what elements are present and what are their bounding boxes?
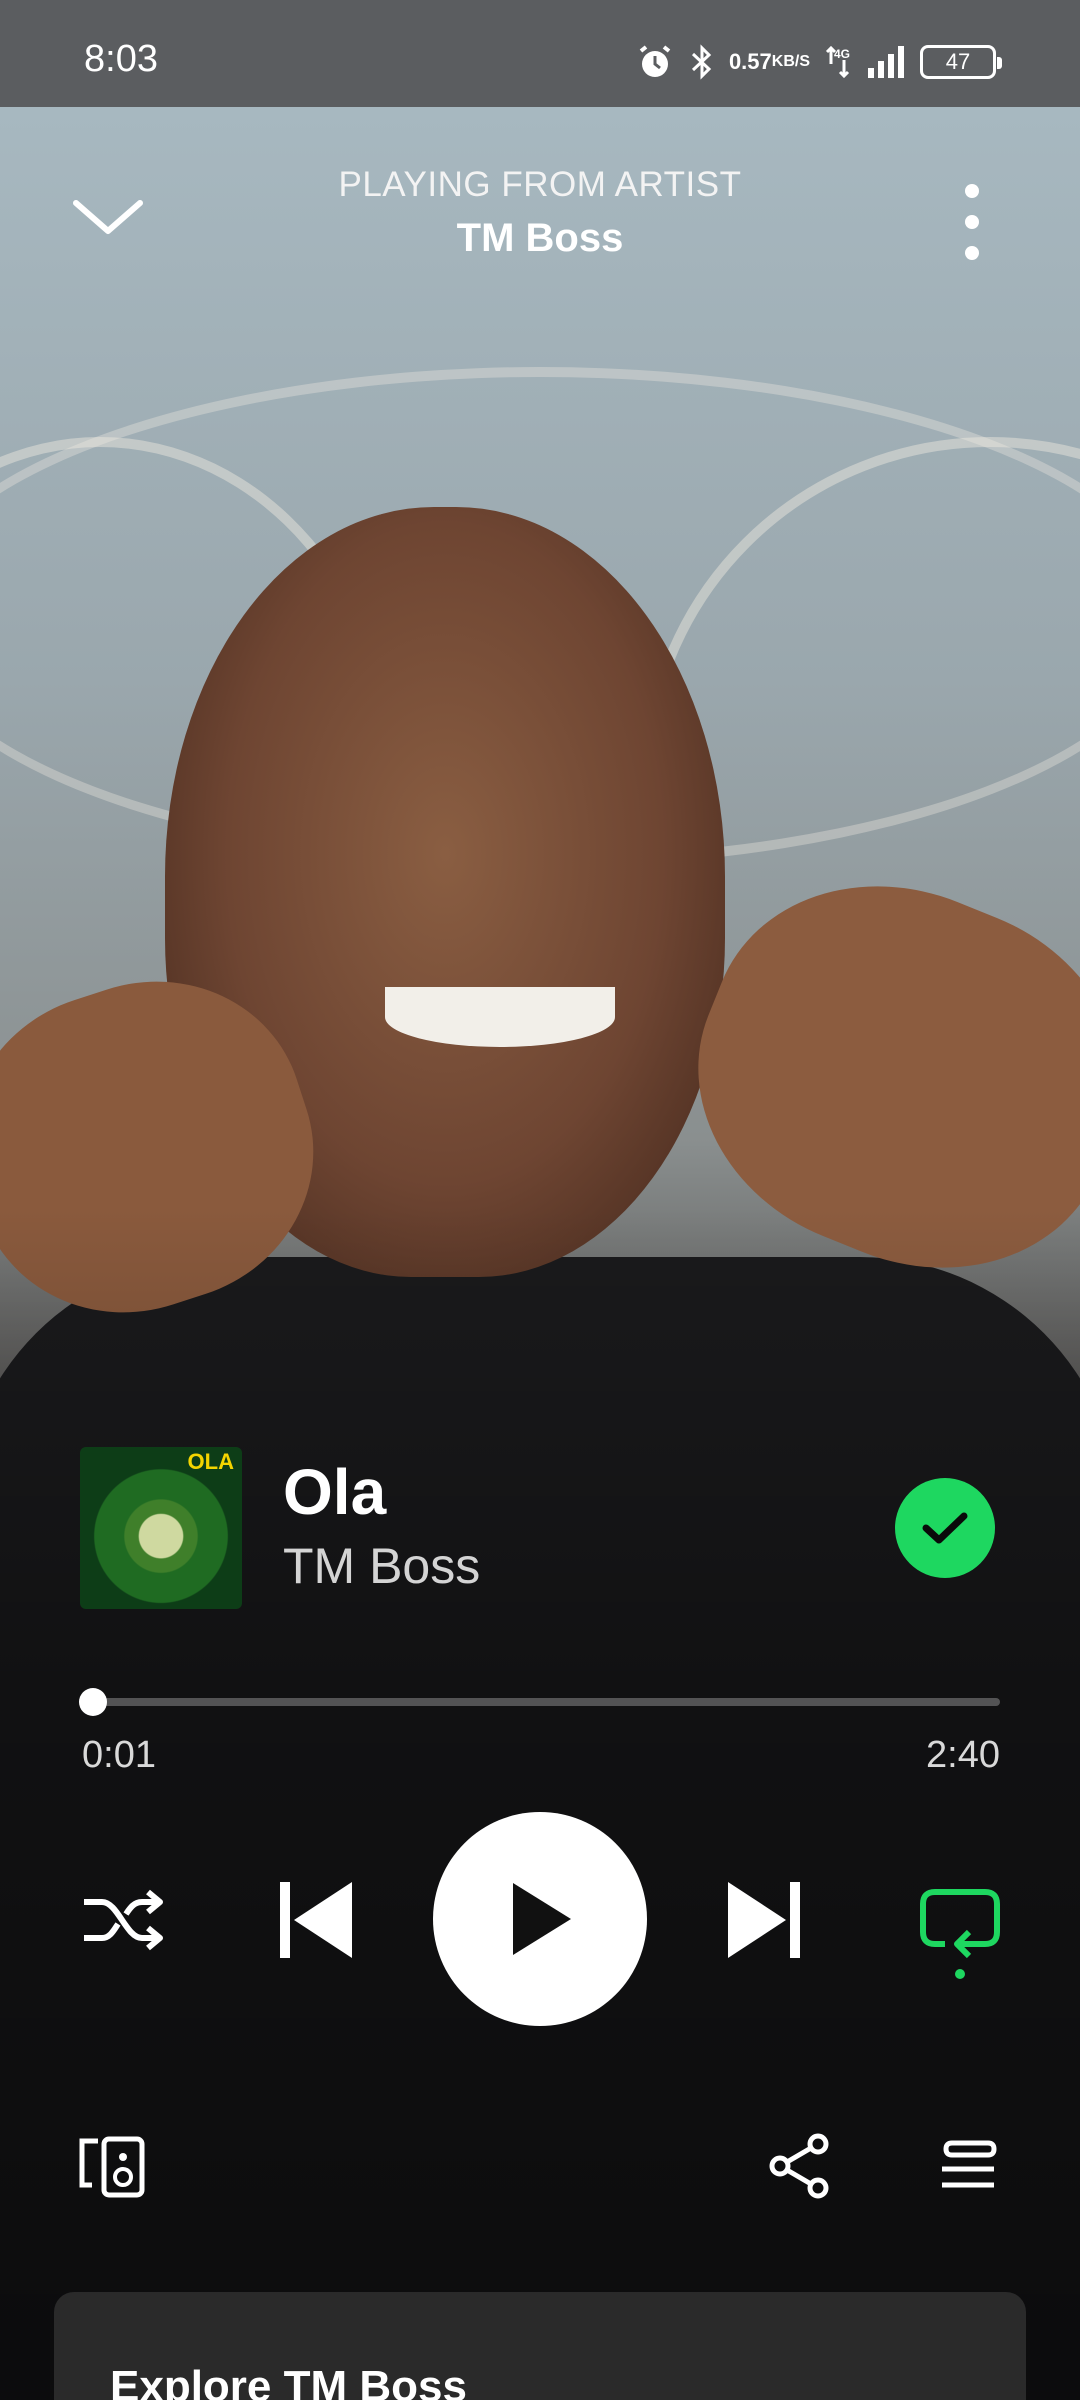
next-button[interactable] [720,1880,810,1960]
status-time: 8:03 [84,38,158,80]
progress-bar[interactable] [79,1688,1000,1716]
play-icon [513,1883,571,1955]
net-speed-unit: KB/S [771,53,810,70]
repeat-icon [920,1889,1000,1979]
play-button[interactable] [433,1812,647,2026]
total-time: 2:40 [926,1734,1000,1776]
check-icon [922,1512,968,1544]
album-cover[interactable]: OLA [80,1447,242,1609]
smile-shape [385,987,615,1047]
explore-artist-card[interactable]: Explore TM Boss [54,2292,1026,2400]
skip-next-icon [728,1882,800,1958]
queue-icon[interactable] [938,2135,998,2199]
cover-text: OLA [187,1449,234,1474]
net-speed: 0.57 KB/S [728,49,810,74]
status-bar: 8:03 0.57 KB/S 4G 47 [0,0,1080,107]
track-artist[interactable]: TM Boss [283,1537,480,1595]
status-icons: 0.57 KB/S 4G 47 [635,38,1002,86]
battery-icon: 47 [920,45,1002,79]
bluetooth-icon [689,42,715,82]
network-type: 4G [834,47,850,61]
repeat-button[interactable] [915,1880,1005,1980]
shuffle-button[interactable] [78,1880,168,1960]
explore-title: Explore TM Boss [110,2362,467,2400]
artist-photo [0,107,1080,2400]
net-speed-value: 0.57 [728,49,772,74]
battery-level: 47 [945,49,971,74]
playing-from-name[interactable]: TM Boss [0,216,1080,261]
connect-devices-icon[interactable] [76,2135,148,2199]
shuffle-icon [84,1889,163,1951]
track-title[interactable]: Ola [283,1455,386,1529]
playing-from-label: PLAYING FROM ARTIST [338,165,742,204]
previous-button[interactable] [270,1880,360,1960]
elapsed-time: 0:01 [82,1734,156,1776]
data-arrows-icon: 4G [824,42,852,82]
alarm-icon [635,42,675,82]
skip-previous-icon [280,1882,352,1958]
signal-icon [866,42,906,82]
bottom-gradient [0,1207,1080,2400]
share-icon[interactable] [768,2132,832,2200]
liked-button[interactable] [895,1478,995,1578]
